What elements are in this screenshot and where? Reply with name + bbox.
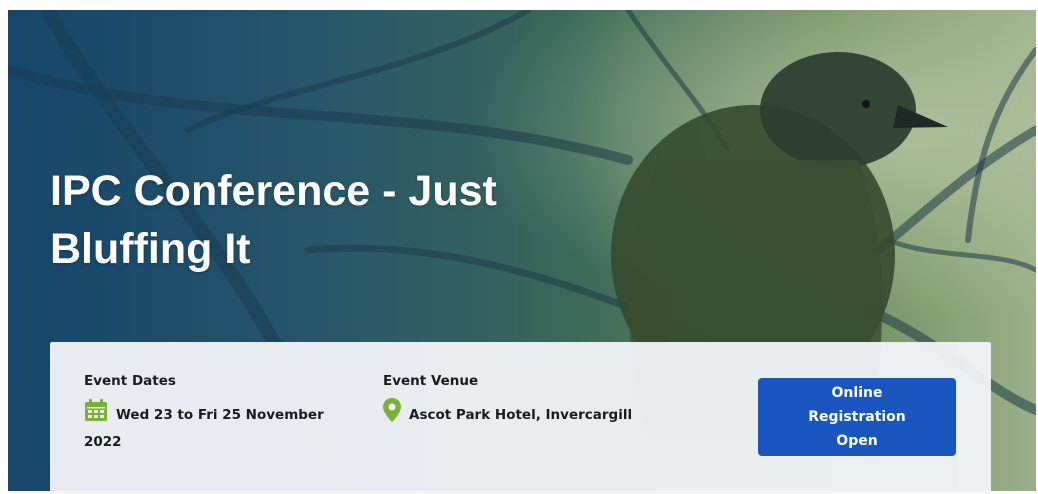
event-dates-label: Event Dates	[84, 373, 176, 389]
map-pin-icon	[383, 398, 401, 430]
event-dates-block: Event Dates Wed 23 to Fri 25 November 20…	[84, 372, 354, 454]
event-venue-label: Event Venue	[383, 373, 479, 389]
event-dates-text: Wed 23 to Fri 25 November 2022	[84, 407, 324, 450]
event-info-card: Event Dates Wed 23 to Fri 25 November 20…	[50, 342, 991, 493]
calendar-icon	[84, 398, 108, 430]
event-dates-value: Wed 23 to Fri 25 November 2022	[84, 398, 354, 454]
event-title: IPC Conference - Just Bluffing It	[50, 167, 497, 273]
event-venue-value: Ascot Park Hotel, Invercargill	[383, 398, 683, 430]
event-venue-text: Ascot Park Hotel, Invercargill	[409, 407, 633, 423]
online-registration-button[interactable]: Online Registration Open	[758, 378, 956, 456]
event-venue-block: Event Venue Ascot Park Hotel, Invercargi…	[383, 372, 683, 430]
